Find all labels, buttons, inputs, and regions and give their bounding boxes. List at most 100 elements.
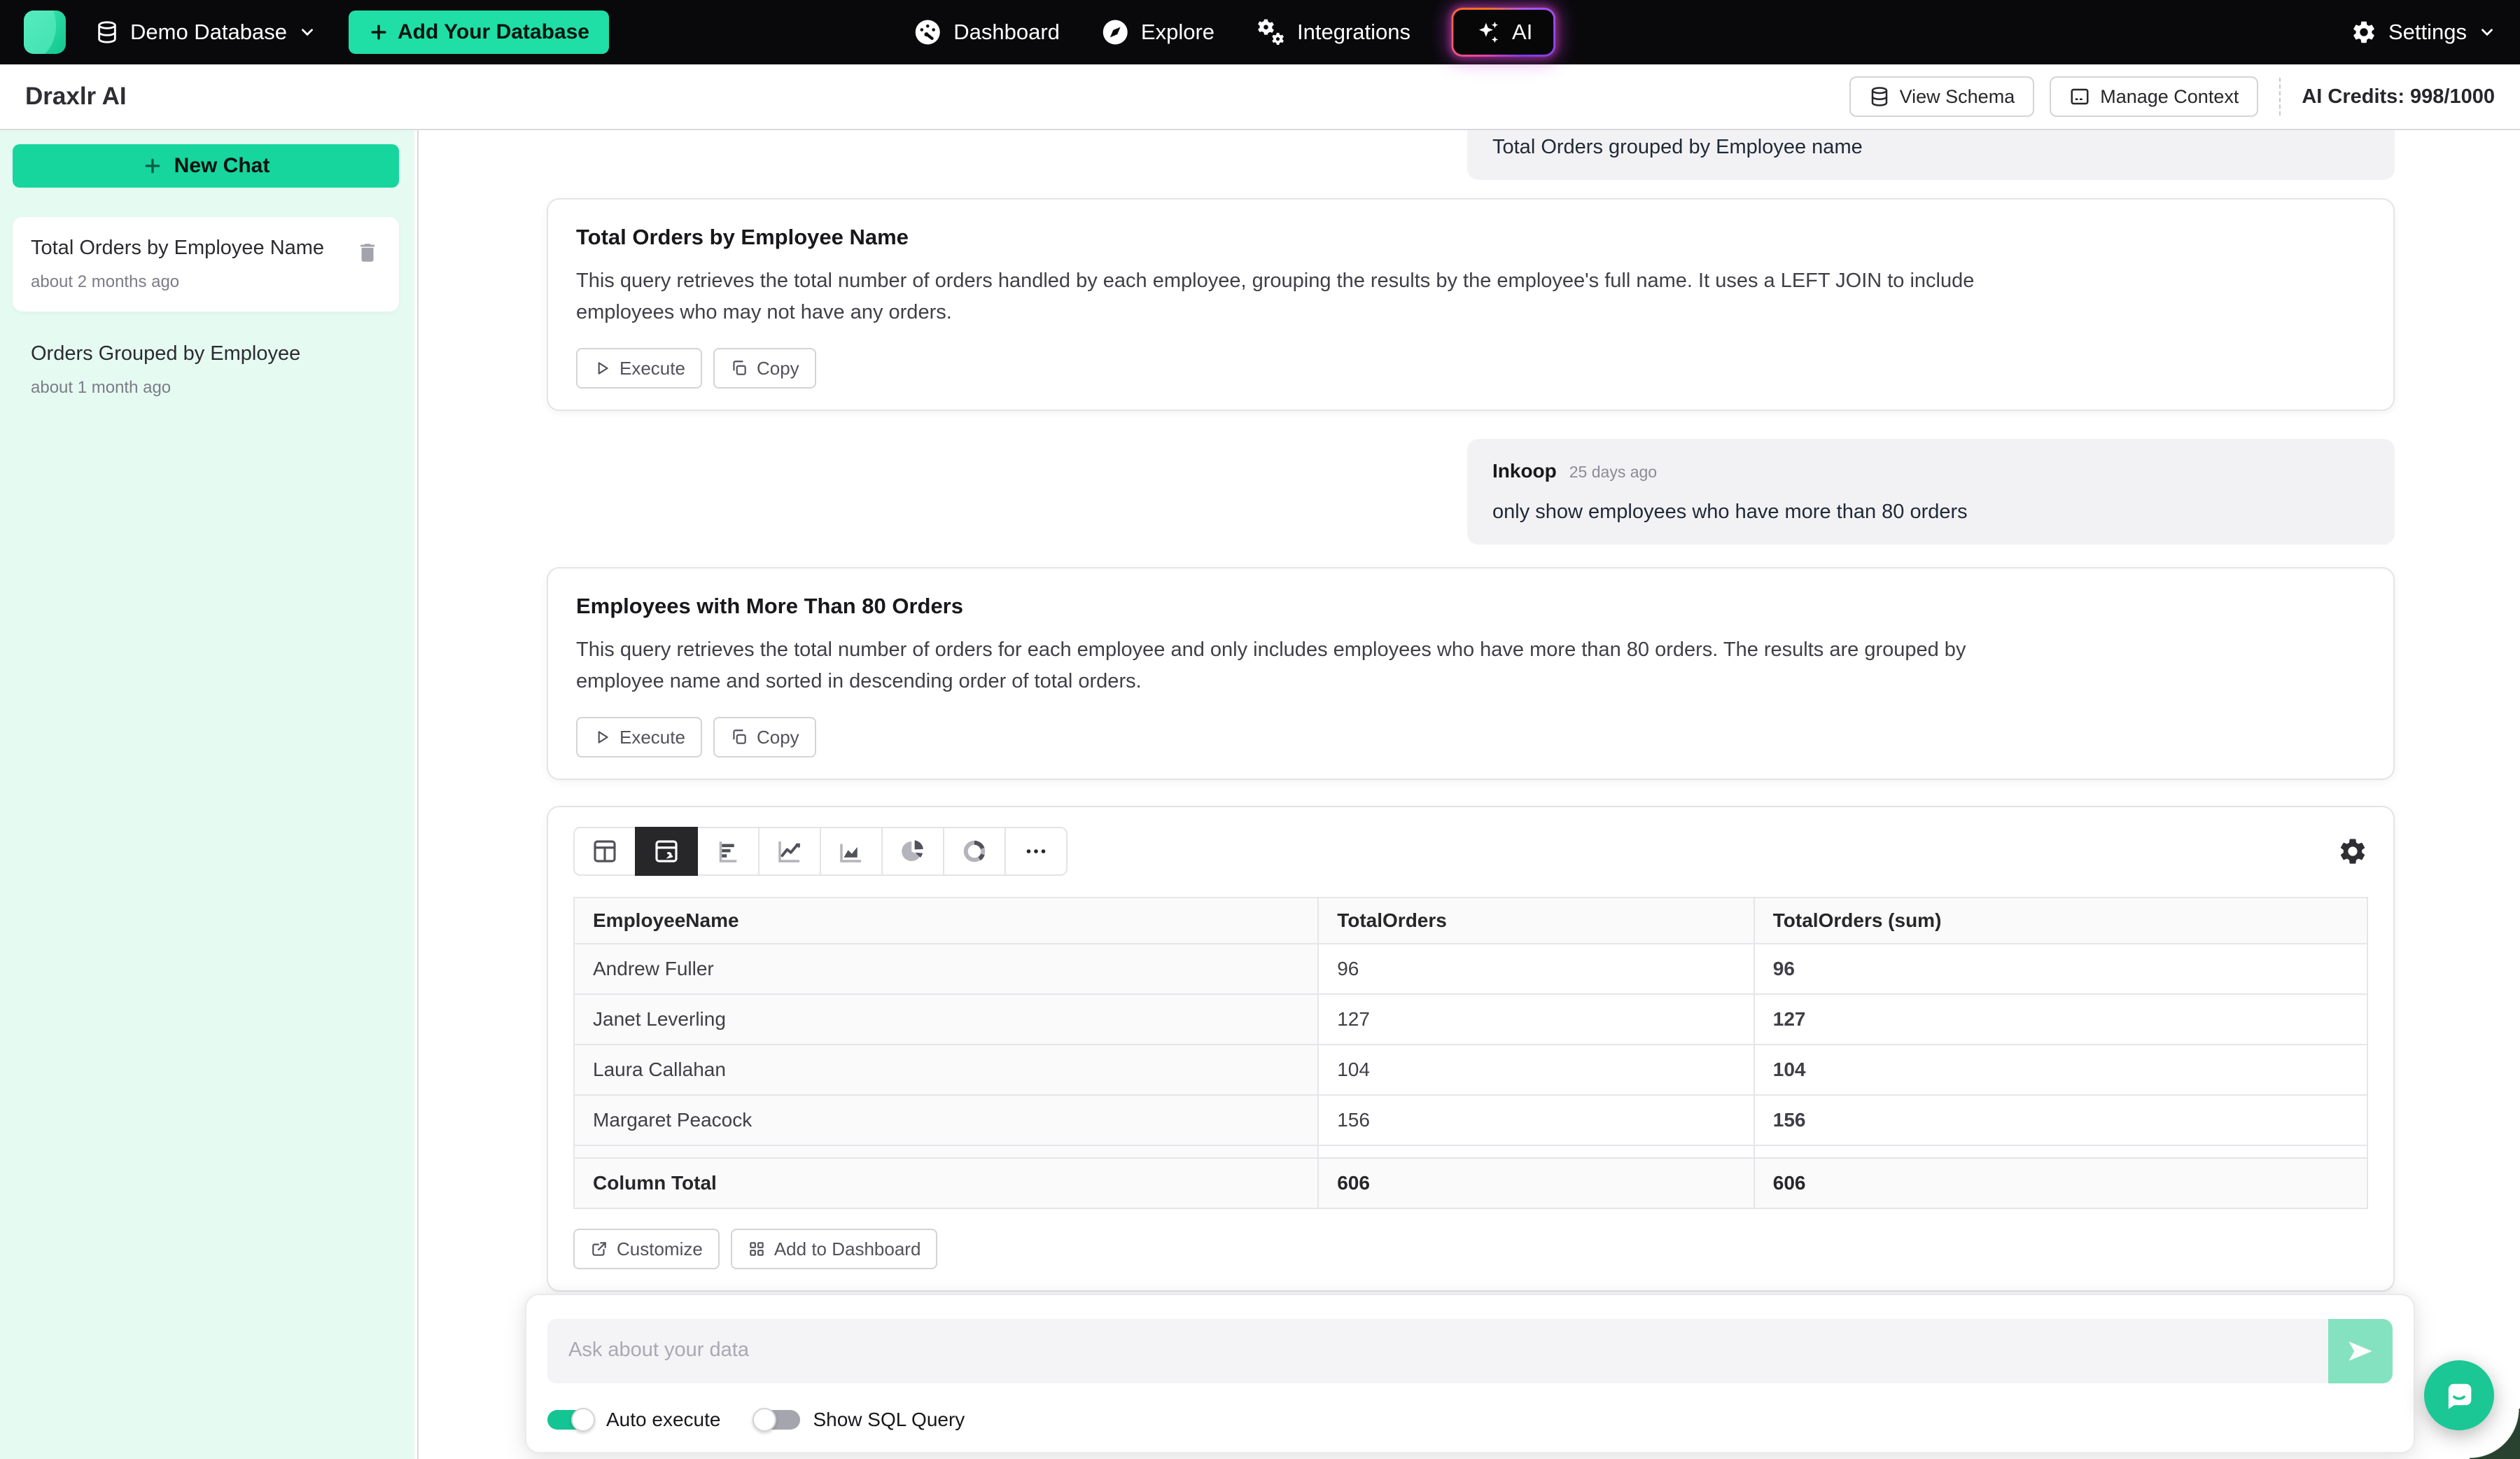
show-sql-option: Show SQL Query — [754, 1409, 965, 1431]
execute-button[interactable]: Execute — [576, 348, 702, 389]
chevron-down-icon — [298, 23, 316, 41]
context-card-icon — [2069, 86, 2090, 107]
view-schema-button[interactable]: View Schema — [1849, 76, 2035, 117]
summary-table-icon — [652, 837, 681, 866]
nav-label-integrations: Integrations — [1297, 20, 1410, 45]
page-title: Draxlr AI — [25, 83, 127, 111]
add-to-dashboard-button[interactable]: Add to Dashboard — [731, 1229, 938, 1269]
execute-label: Execute — [620, 727, 685, 748]
composer-options: Auto execute Show SQL Query — [547, 1409, 2393, 1431]
pie-chart-view-button[interactable] — [881, 827, 944, 876]
copy-button[interactable]: Copy — [713, 348, 816, 389]
ellipsis-icon — [1021, 837, 1051, 866]
chart-settings-button[interactable] — [2337, 836, 2368, 867]
add-database-button[interactable]: Add Your Database — [349, 11, 609, 54]
donut-chart-view-button[interactable] — [943, 827, 1006, 876]
settings-menu[interactable]: Settings — [2351, 19, 2496, 46]
ai-query-card: Employees with More Than 80 Orders This … — [547, 567, 2395, 780]
plus-icon — [142, 155, 163, 176]
delete-chat-icon[interactable] — [356, 241, 379, 265]
visualization-toolbar — [573, 827, 2368, 876]
draxlr-logo[interactable] — [24, 11, 66, 54]
user-message-bubble: Inkoop 25 days ago only show employees w… — [1467, 439, 2395, 545]
column-header[interactable]: TotalOrders (sum) — [1754, 898, 2367, 944]
table-view-button[interactable] — [573, 827, 636, 876]
composer-input-row — [547, 1319, 2393, 1383]
query-actions: Execute Copy — [576, 348, 2365, 389]
execute-button[interactable]: Execute — [576, 717, 702, 758]
chat-history-item-selected[interactable]: Total Orders by Employee Name about 2 mo… — [13, 217, 399, 312]
column-header[interactable]: TotalOrders — [1318, 898, 1754, 944]
support-chat-launcher[interactable] — [2424, 1360, 2494, 1430]
cell-total-orders: 127 — [1318, 994, 1754, 1045]
messages-scroll-area[interactable]: Total Orders grouped by Employee name To… — [419, 130, 2520, 1459]
database-selector[interactable]: Demo Database — [95, 20, 316, 45]
sparkles-icon — [1474, 18, 1502, 46]
copy-button[interactable]: Copy — [713, 717, 816, 758]
cell-total-label: Column Total — [574, 1158, 1318, 1208]
manage-context-button[interactable]: Manage Context — [2050, 76, 2258, 117]
dashboard-grid-icon — [748, 1240, 766, 1258]
toggle-knob — [752, 1408, 776, 1432]
summary-table-view-button[interactable] — [635, 827, 698, 876]
results-table: EmployeeName TotalOrders TotalOrders (su… — [573, 897, 2368, 1209]
chat-item-time: about 2 months ago — [31, 272, 381, 292]
column-header[interactable]: EmployeeName — [574, 898, 1318, 944]
query-results-card: EmployeeName TotalOrders TotalOrders (su… — [547, 806, 2395, 1292]
message-meta: Inkoop 25 days ago — [1492, 460, 2370, 482]
table-header-row: EmployeeName TotalOrders TotalOrders (su… — [574, 898, 2367, 944]
ai-query-card: Total Orders by Employee Name This query… — [547, 198, 2395, 411]
compass-icon — [1100, 18, 1130, 47]
ask-data-input[interactable] — [547, 1319, 2328, 1383]
table-row: Janet Leverling 127 127 — [574, 994, 2367, 1045]
more-views-button[interactable] — [1004, 827, 1068, 876]
area-chart-view-button[interactable] — [820, 827, 883, 876]
bar-chart-view-button[interactable] — [696, 827, 760, 876]
new-chat-button[interactable]: New Chat — [13, 144, 399, 188]
nav-label-ai: AI — [1512, 20, 1532, 45]
query-title: Employees with More Than 80 Orders — [576, 594, 2365, 619]
query-description: This query retrieves the total number of… — [576, 634, 2032, 697]
show-sql-toggle[interactable] — [754, 1410, 800, 1430]
chat-item-title: Total Orders by Employee Name — [31, 237, 381, 260]
results-actions: Customize Add to Dashboard — [573, 1229, 2368, 1269]
cell-total-orders-sum: 104 — [1754, 1045, 2367, 1095]
nav-item-ai[interactable]: AI — [1451, 8, 1555, 57]
database-icon — [95, 20, 119, 44]
send-button[interactable] — [2328, 1319, 2393, 1383]
table-row: Andrew Fuller 96 96 — [574, 944, 2367, 994]
cell-employee-name: Laura Callahan — [574, 1045, 1318, 1095]
auto-execute-option: Auto execute — [547, 1409, 720, 1431]
line-chart-icon — [775, 837, 804, 866]
dashboard-gauge-icon — [913, 18, 942, 47]
customize-button[interactable]: Customize — [573, 1229, 720, 1269]
customize-label: Customize — [617, 1238, 703, 1260]
nav-item-dashboard[interactable]: Dashboard — [913, 18, 1060, 47]
chat-history-item[interactable]: Orders Grouped by Employee about 1 month… — [13, 323, 399, 417]
auto-execute-toggle[interactable] — [547, 1410, 594, 1430]
nav-item-explore[interactable]: Explore — [1100, 18, 1214, 47]
chevron-down-icon — [2478, 23, 2496, 41]
copy-icon — [730, 728, 748, 746]
cell-employee-name: Andrew Fuller — [574, 944, 1318, 994]
cell-total-orders-sum: 156 — [1754, 1095, 2367, 1145]
send-icon — [2345, 1336, 2376, 1367]
line-chart-view-button[interactable] — [758, 827, 821, 876]
new-chat-label: New Chat — [174, 154, 270, 178]
nav-item-integrations[interactable]: Integrations — [1255, 17, 1410, 48]
chat-sidebar: New Chat Total Orders by Employee Name a… — [0, 130, 419, 1459]
toggle-knob — [571, 1408, 595, 1432]
table-total-row: Column Total 606 606 — [574, 1158, 2367, 1208]
nav-label-dashboard: Dashboard — [953, 20, 1060, 45]
cell-total-orders-sum: 127 — [1754, 994, 2367, 1045]
gear-icon — [2351, 19, 2377, 46]
view-switcher — [573, 827, 1068, 876]
cell-total-orders-total: 606 — [1318, 1158, 1754, 1208]
execute-label: Execute — [620, 358, 685, 379]
cell-employee-name: Margaret Peacock — [574, 1095, 1318, 1145]
message-composer: Auto execute Show SQL Query — [525, 1294, 2415, 1453]
cell-employee-name: Janet Leverling — [574, 994, 1318, 1045]
chat-bubble-icon — [2441, 1377, 2477, 1413]
user-message-text: Total Orders grouped by Employee name — [1492, 136, 2370, 159]
chat-item-time: about 1 month ago — [31, 378, 381, 398]
